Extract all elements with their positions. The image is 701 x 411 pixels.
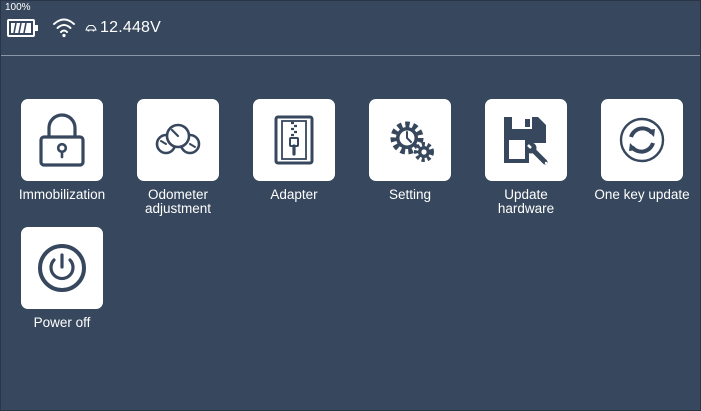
- padlock-icon: [39, 113, 85, 167]
- setting-label: Setting: [388, 187, 432, 202]
- odometer-adjustment-button[interactable]: [137, 99, 219, 181]
- adapter-label: Adapter: [270, 187, 318, 202]
- power-icon: [38, 244, 86, 292]
- battery-voltage: 12.448V: [100, 19, 162, 36]
- battery-percent: 100%: [5, 2, 31, 13]
- update-hardware-button[interactable]: [485, 99, 567, 181]
- immobilization-button[interactable]: [21, 99, 103, 181]
- gauges-icon: [155, 123, 201, 155]
- refresh-icon: [619, 117, 665, 163]
- status-bar: 100% 12.448V: [1, 1, 700, 56]
- power-off-label: Power off: [33, 315, 91, 330]
- adapter-button[interactable]: [253, 99, 335, 181]
- floppy-wrench-icon: [504, 117, 548, 165]
- battery-icon: [7, 18, 39, 43]
- setting-button[interactable]: [369, 99, 451, 181]
- zipper-adapter-icon: [274, 115, 314, 165]
- odometer-adjustment-label: Odometer adjustment: [144, 187, 212, 216]
- voltage-indicator: 12.448V: [85, 18, 161, 38]
- car-icon: [85, 19, 97, 37]
- home-screen: 100% 12.448V Immobilization Odometer adj…: [0, 0, 701, 411]
- one-key-update-label: One key update: [594, 187, 690, 202]
- immobilization-label: Immobilization: [18, 187, 106, 202]
- wifi-icon: [52, 16, 76, 43]
- power-off-button[interactable]: [21, 227, 103, 309]
- gears-icon: [390, 121, 434, 162]
- update-hardware-label: Update hardware: [497, 187, 555, 216]
- one-key-update-button[interactable]: [601, 99, 683, 181]
